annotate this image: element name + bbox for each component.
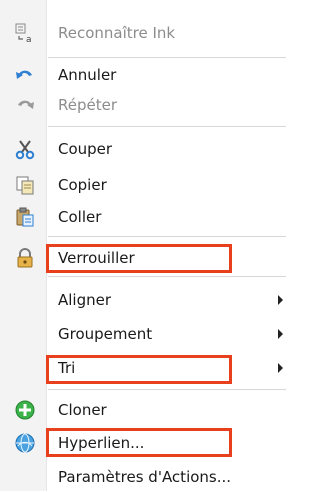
menu-item-groupement[interactable]: Groupement [0, 319, 293, 349]
menu-item-parametres-actions[interactable]: Paramètres d'Actions... [0, 462, 293, 492]
separator [48, 236, 286, 237]
menu-item-label: Reconnaître Ink [58, 24, 176, 42]
paste-icon [13, 205, 37, 229]
submenu-arrow-icon [278, 329, 283, 339]
menu-item-reconnaitre-ink[interactable]: a Reconnaître Ink [0, 18, 293, 48]
menu-item-cloner[interactable]: Cloner [0, 395, 293, 425]
menu-item-coller[interactable]: Coller [0, 202, 293, 232]
lock-icon [13, 246, 37, 270]
cut-icon [13, 137, 37, 161]
highlight-box-tri [46, 355, 232, 384]
menu-item-label: Annuler [58, 66, 117, 84]
separator [48, 389, 286, 390]
ink-recognize-icon: a [13, 21, 37, 45]
menu-item-label: Groupement [58, 325, 153, 343]
clone-plus-icon [13, 398, 37, 422]
menu-item-label: Couper [58, 140, 113, 158]
copy-icon [13, 173, 37, 197]
menu-item-label: Coller [58, 208, 102, 226]
separator [48, 276, 286, 277]
menu-item-label: Paramètres d'Actions... [58, 468, 232, 486]
menu-item-label: Cloner [58, 401, 107, 419]
submenu-arrow-icon [278, 295, 283, 305]
redo-icon [13, 93, 37, 117]
menu-item-annuler[interactable]: Annuler [0, 60, 293, 90]
separator [48, 126, 286, 127]
undo-icon [13, 63, 37, 87]
submenu-arrow-icon [278, 363, 283, 373]
context-menu: a Reconnaître Ink Annuler Répéter Couper… [0, 0, 293, 491]
menu-item-aligner[interactable]: Aligner [0, 285, 293, 315]
highlight-box-hyperlien [46, 428, 232, 457]
highlight-box-verrouiller [46, 244, 232, 273]
menu-item-label: Copier [58, 176, 107, 194]
menu-item-repeter[interactable]: Répéter [0, 90, 293, 120]
hyperlink-globe-icon [13, 431, 37, 455]
separator [48, 57, 286, 58]
menu-item-label: Répéter [58, 96, 118, 114]
menu-item-label: Aligner [58, 291, 112, 309]
menu-item-copier[interactable]: Copier [0, 170, 293, 200]
svg-text:a: a [26, 35, 32, 44]
menu-item-couper[interactable]: Couper [0, 134, 293, 164]
